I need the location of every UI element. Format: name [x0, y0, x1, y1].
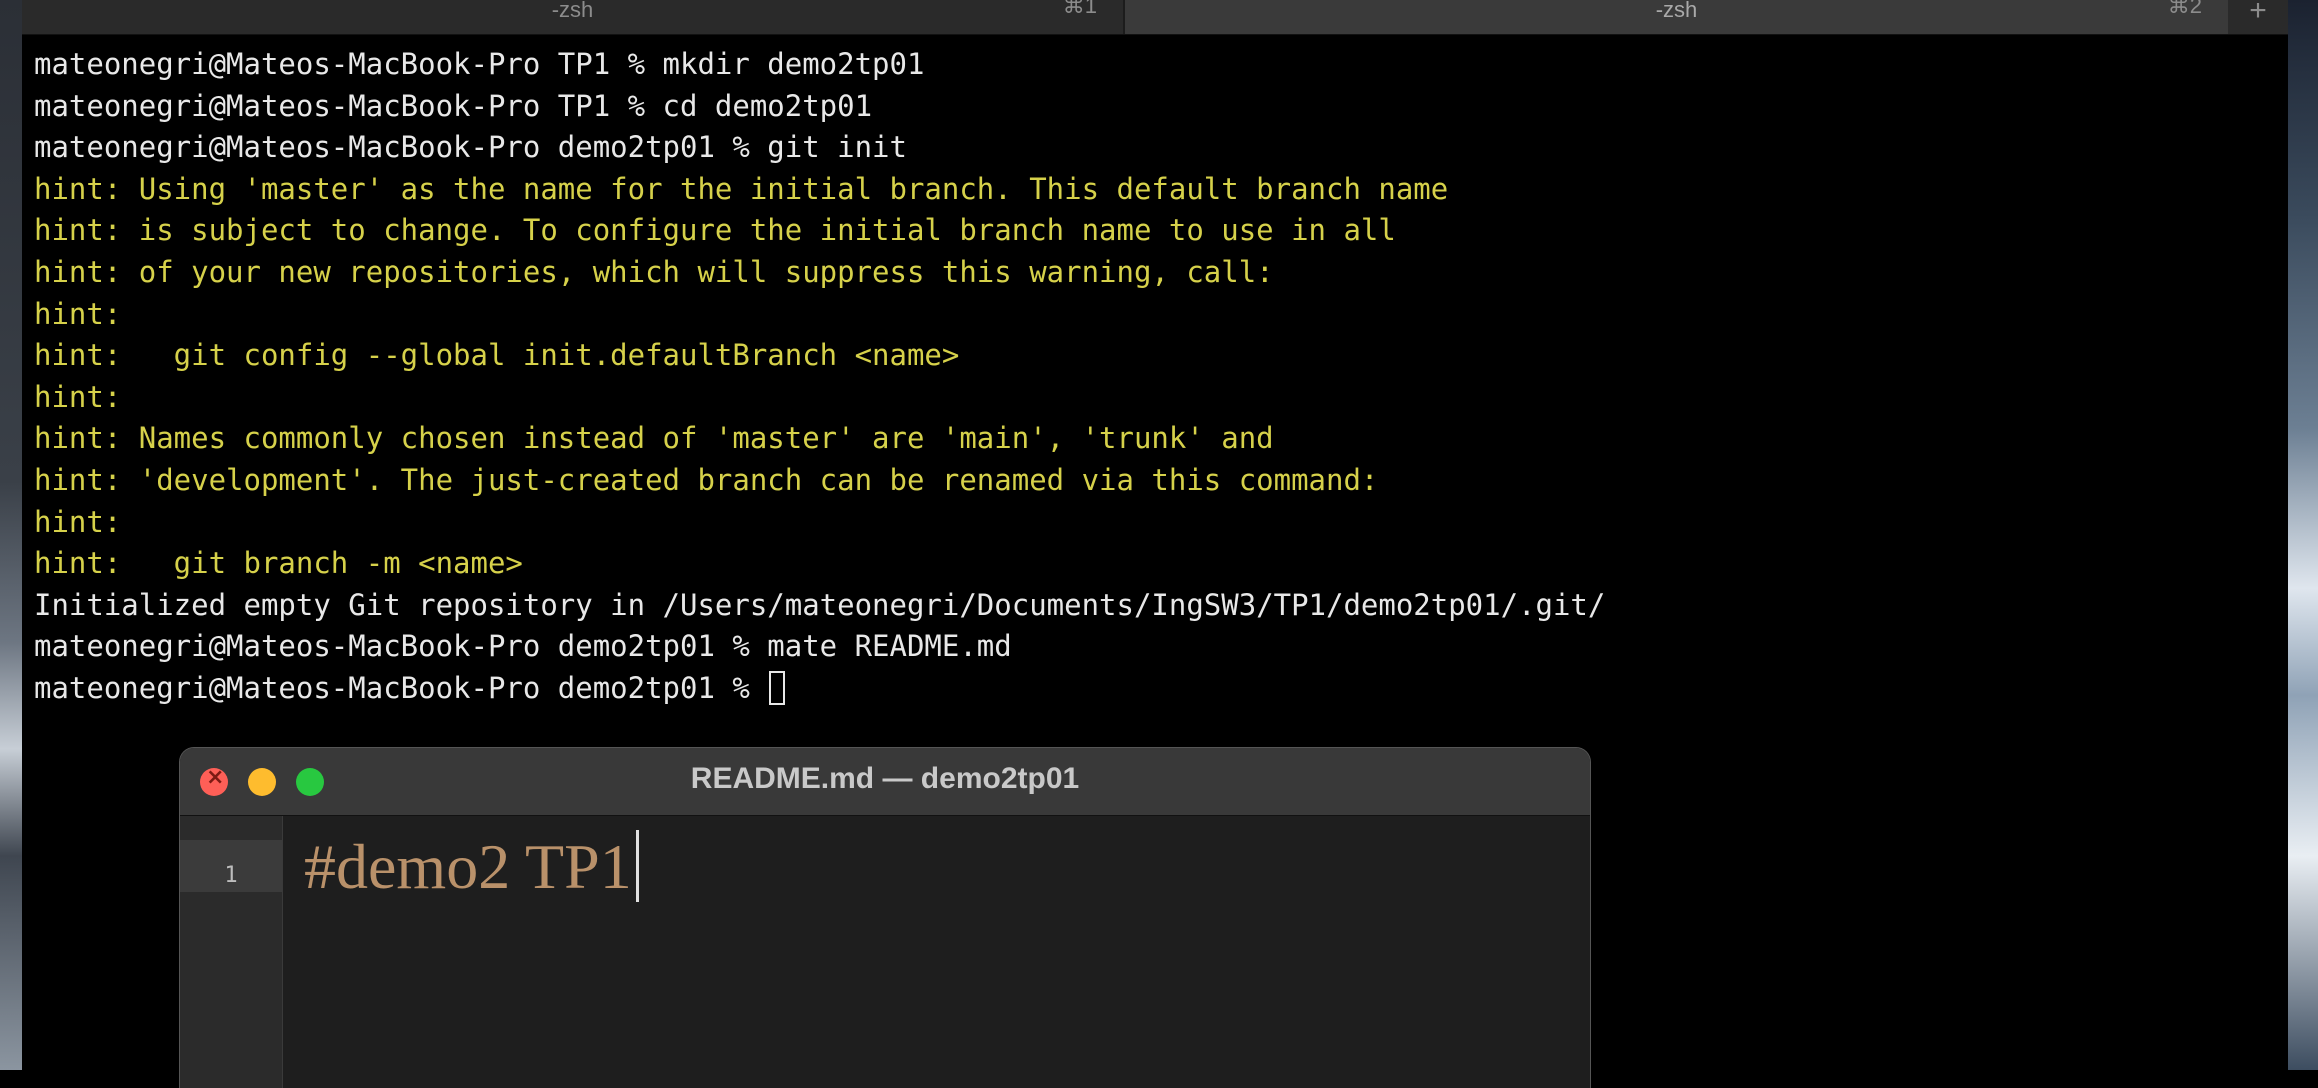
prompt-line[interactable]: mateonegri@Mateos-MacBook-Pro demo2tp01 …	[34, 668, 2274, 710]
line-number-gutter: 1	[180, 816, 283, 1088]
tab-title: -zsh	[1655, 0, 1698, 22]
terminal-line: mateonegri@Mateos-MacBook-Pro demo2tp01 …	[34, 130, 907, 165]
hint-line: hint: is subject to change. To configure…	[34, 213, 1396, 248]
terminal-line: mateonegri@Mateos-MacBook-Pro demo2tp01 …	[34, 629, 1012, 664]
tab-shortcut: ⌘2	[2167, 0, 2202, 18]
hint-line: hint: git branch -m <name>	[34, 546, 523, 581]
terminal-output[interactable]: mateonegri@Mateos-MacBook-Pro TP1 % mkdi…	[34, 44, 2274, 710]
editor-window-title: README.md — demo2tp01	[690, 762, 1080, 795]
tab-title: -zsh	[551, 0, 594, 22]
editor-text-area[interactable]: #demo2 TP1	[304, 830, 639, 904]
new-tab-button[interactable]: +	[2228, 0, 2288, 34]
hint-line: hint: git config --global init.defaultBr…	[34, 338, 960, 373]
terminal-line: Initialized empty Git repository in /Use…	[34, 587, 1606, 622]
editor-line-content: #demo2 TP1	[304, 831, 632, 902]
desktop-wallpaper-right	[2288, 0, 2318, 1070]
hint-line: hint: 'development'. The just-created br…	[34, 462, 1379, 497]
terminal-cursor	[769, 670, 786, 705]
text-cursor	[635, 830, 639, 902]
terminal-line: mateonegri@Mateos-MacBook-Pro TP1 % cd d…	[34, 88, 873, 123]
hint-line: hint:	[34, 504, 122, 539]
plus-icon: +	[2249, 0, 2267, 27]
hint-line: hint: Names commonly chosen instead of '…	[34, 421, 1274, 456]
hint-line: hint: Using 'master' as the name for the…	[34, 171, 1449, 206]
desktop-wallpaper-left	[0, 0, 22, 1070]
hint-line: hint:	[34, 296, 122, 331]
hint-line: hint: of your new repositories, which wi…	[34, 254, 1274, 289]
tab-zsh-1[interactable]: -zsh ⌘1	[22, 0, 1125, 34]
tab-shortcut: ⌘1	[1062, 0, 1097, 18]
editor-title-bar[interactable]: README.md — demo2tp01	[180, 748, 1590, 816]
editor-window: README.md — demo2tp01 1 #demo2 TP1	[180, 748, 1590, 1088]
terminal-tab-bar: -zsh ⌘1 -zsh ⌘2 +	[22, 0, 2288, 35]
line-number: 1	[180, 840, 282, 892]
tab-zsh-2[interactable]: -zsh ⌘2	[1125, 0, 2228, 34]
hint-line: hint:	[34, 379, 122, 414]
terminal-line: mateonegri@Mateos-MacBook-Pro TP1 % mkdi…	[34, 47, 925, 81]
prompt-text: mateonegri@Mateos-MacBook-Pro demo2tp01 …	[34, 670, 768, 705]
